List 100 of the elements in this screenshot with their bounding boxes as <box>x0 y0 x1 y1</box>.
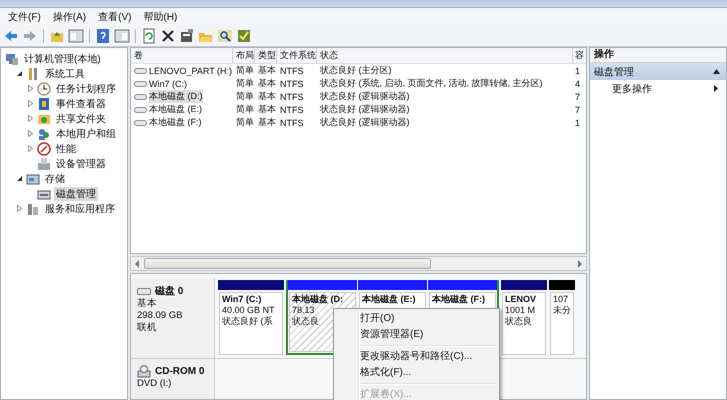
drive-icon <box>134 80 147 88</box>
collapsed-arrow-icon[interactable] <box>27 100 34 107</box>
menu-item[interactable]: 操作(A) <box>46 10 92 24</box>
tree-item[interactable]: 磁盘管理 <box>54 186 98 200</box>
action-link[interactable]: 更多操作 <box>590 80 726 97</box>
table-cell: 基本 <box>258 90 276 103</box>
partition-header <box>218 280 284 290</box>
horizontal-scrollbar[interactable] <box>130 256 587 271</box>
partition-title: 本地磁盘 (E:) <box>362 294 416 305</box>
table-cell[interactable]: 本地磁盘 (F:) <box>149 116 202 129</box>
partition-header <box>501 280 547 290</box>
tree-node-icon <box>37 96 51 110</box>
disk-detail: 298.09 GB <box>137 310 184 322</box>
tree-item[interactable]: 系统工具 <box>43 66 87 80</box>
scroll-left-icon[interactable] <box>134 260 140 268</box>
tree-item[interactable]: 计算机管理(本地) <box>22 52 103 66</box>
collapsed-arrow-icon[interactable] <box>27 130 34 137</box>
disk-detail: 基本 <box>137 298 158 310</box>
column-header[interactable]: 类型 <box>255 48 277 63</box>
table-cell[interactable]: Win7 (C:) <box>149 78 187 88</box>
tree-item[interactable]: 性能 <box>54 142 78 156</box>
disk-detail: 联机 <box>137 322 158 334</box>
table-cell: 简单 <box>236 90 254 103</box>
partition-text: 状态良 <box>505 316 533 327</box>
table-cell: NTFS <box>280 118 304 128</box>
column-header[interactable]: 状态 <box>317 48 573 63</box>
delete-icon[interactable] <box>160 28 176 44</box>
drive-icon <box>134 66 147 74</box>
collapsed-arrow-icon[interactable] <box>27 85 34 92</box>
partition-title: LENOV <box>505 294 538 305</box>
partition-title: Win7 (C:) <box>222 294 262 305</box>
partition-block[interactable]: 107 未分 <box>550 292 574 355</box>
partition-title: 本地磁盘 (F:) <box>432 294 486 305</box>
table-cell: 7 <box>575 92 580 102</box>
panel-title: 操作 <box>590 48 726 63</box>
cd-drive-icon <box>137 365 151 378</box>
table-cell: NTFS <box>280 104 304 114</box>
table-cell: 4 <box>575 78 580 88</box>
help-icon[interactable] <box>95 28 111 44</box>
menu-item[interactable]: 查看(V) <box>92 10 138 24</box>
partition-block[interactable]: LENOV 1001 M 状态良 <box>502 292 546 355</box>
expanded-arrow-icon[interactable] <box>16 70 23 77</box>
forward-arrow-icon[interactable] <box>22 28 38 44</box>
panel-icon[interactable] <box>114 28 130 44</box>
menu-item[interactable]: 文件(F) <box>2 10 47 24</box>
tree-item[interactable]: 设备管理器 <box>54 156 108 170</box>
refresh-icon[interactable] <box>141 28 157 44</box>
tree-item[interactable]: 事件查看器 <box>54 96 108 110</box>
partition-text: 未分 <box>553 305 571 316</box>
menu-item[interactable]: 格式化(F)... <box>334 365 499 381</box>
column-header[interactable]: 卷 <box>131 48 233 63</box>
partition-text: 107 <box>553 294 570 305</box>
collapsed-arrow-icon[interactable] <box>27 145 34 152</box>
collapse-icon <box>713 69 720 74</box>
partition-header <box>288 280 357 290</box>
partition-text: 40.00 GB NT <box>222 305 276 316</box>
partition-text: 78.13 <box>292 305 316 316</box>
partition-text: 1001 M <box>505 305 536 316</box>
collapsed-arrow-icon[interactable] <box>16 205 23 212</box>
actions-section[interactable]: 磁盘管理 <box>590 63 726 80</box>
table-cell: 简单 <box>236 64 254 77</box>
checklist-icon[interactable] <box>236 28 252 44</box>
tree-node-icon <box>37 82 51 96</box>
tree-node-icon <box>26 202 40 216</box>
collapsed-arrow-icon[interactable] <box>27 115 34 122</box>
drive-icon <box>134 92 147 100</box>
disk-name: 磁盘 0 <box>155 284 184 298</box>
table-cell: 简单 <box>236 116 254 129</box>
partition-header <box>358 280 427 290</box>
tree-item[interactable]: 任务计划程序 <box>54 82 118 96</box>
magnifier-icon[interactable] <box>217 28 233 44</box>
table-cell: 1 <box>575 118 580 128</box>
tree-item[interactable]: 服务和应用程序 <box>43 202 117 216</box>
menu-item[interactable]: 帮助(H) <box>137 10 184 24</box>
tree-item[interactable]: 共享文件夹 <box>54 112 108 126</box>
table-cell: NTFS <box>280 92 304 102</box>
scroll-right-icon[interactable] <box>577 260 583 268</box>
panel-icon[interactable] <box>68 28 84 44</box>
table-cell: 状态良好 (逻辑驱动器) <box>320 116 410 129</box>
partition-block[interactable]: Win7 (C:) 40.00 GB NT 状态良好 (系 <box>219 292 283 355</box>
column-header[interactable]: 文件系统 <box>277 48 317 63</box>
tree-item[interactable]: 存储 <box>43 172 67 186</box>
properties-icon[interactable] <box>179 28 195 44</box>
table-cell: 基本 <box>258 103 276 116</box>
menu-item[interactable]: 更改驱动器号和路径(C)... <box>334 349 499 365</box>
tree-node-icon <box>26 172 40 186</box>
table-cell[interactable]: 本地磁盘 (E:) <box>149 103 202 116</box>
submenu-arrow-icon <box>714 85 718 92</box>
table-cell: 简单 <box>236 77 254 90</box>
table-cell[interactable]: 本地磁盘 (D:) <box>149 90 202 103</box>
back-arrow-icon[interactable] <box>3 28 19 44</box>
tree-item[interactable]: 本地用户和组 <box>54 126 118 140</box>
table-cell: NTFS <box>280 66 304 76</box>
partition-text: 状态良好 (系 <box>222 316 274 327</box>
table-cell[interactable]: LENOVO_PART (H:) <box>149 66 232 76</box>
partition-text: 状态良 <box>292 316 320 327</box>
table-cell: 1 <box>575 66 580 76</box>
column-header[interactable]: 布局 <box>233 48 255 63</box>
expanded-arrow-icon[interactable] <box>16 175 23 182</box>
partition-header <box>428 280 497 290</box>
